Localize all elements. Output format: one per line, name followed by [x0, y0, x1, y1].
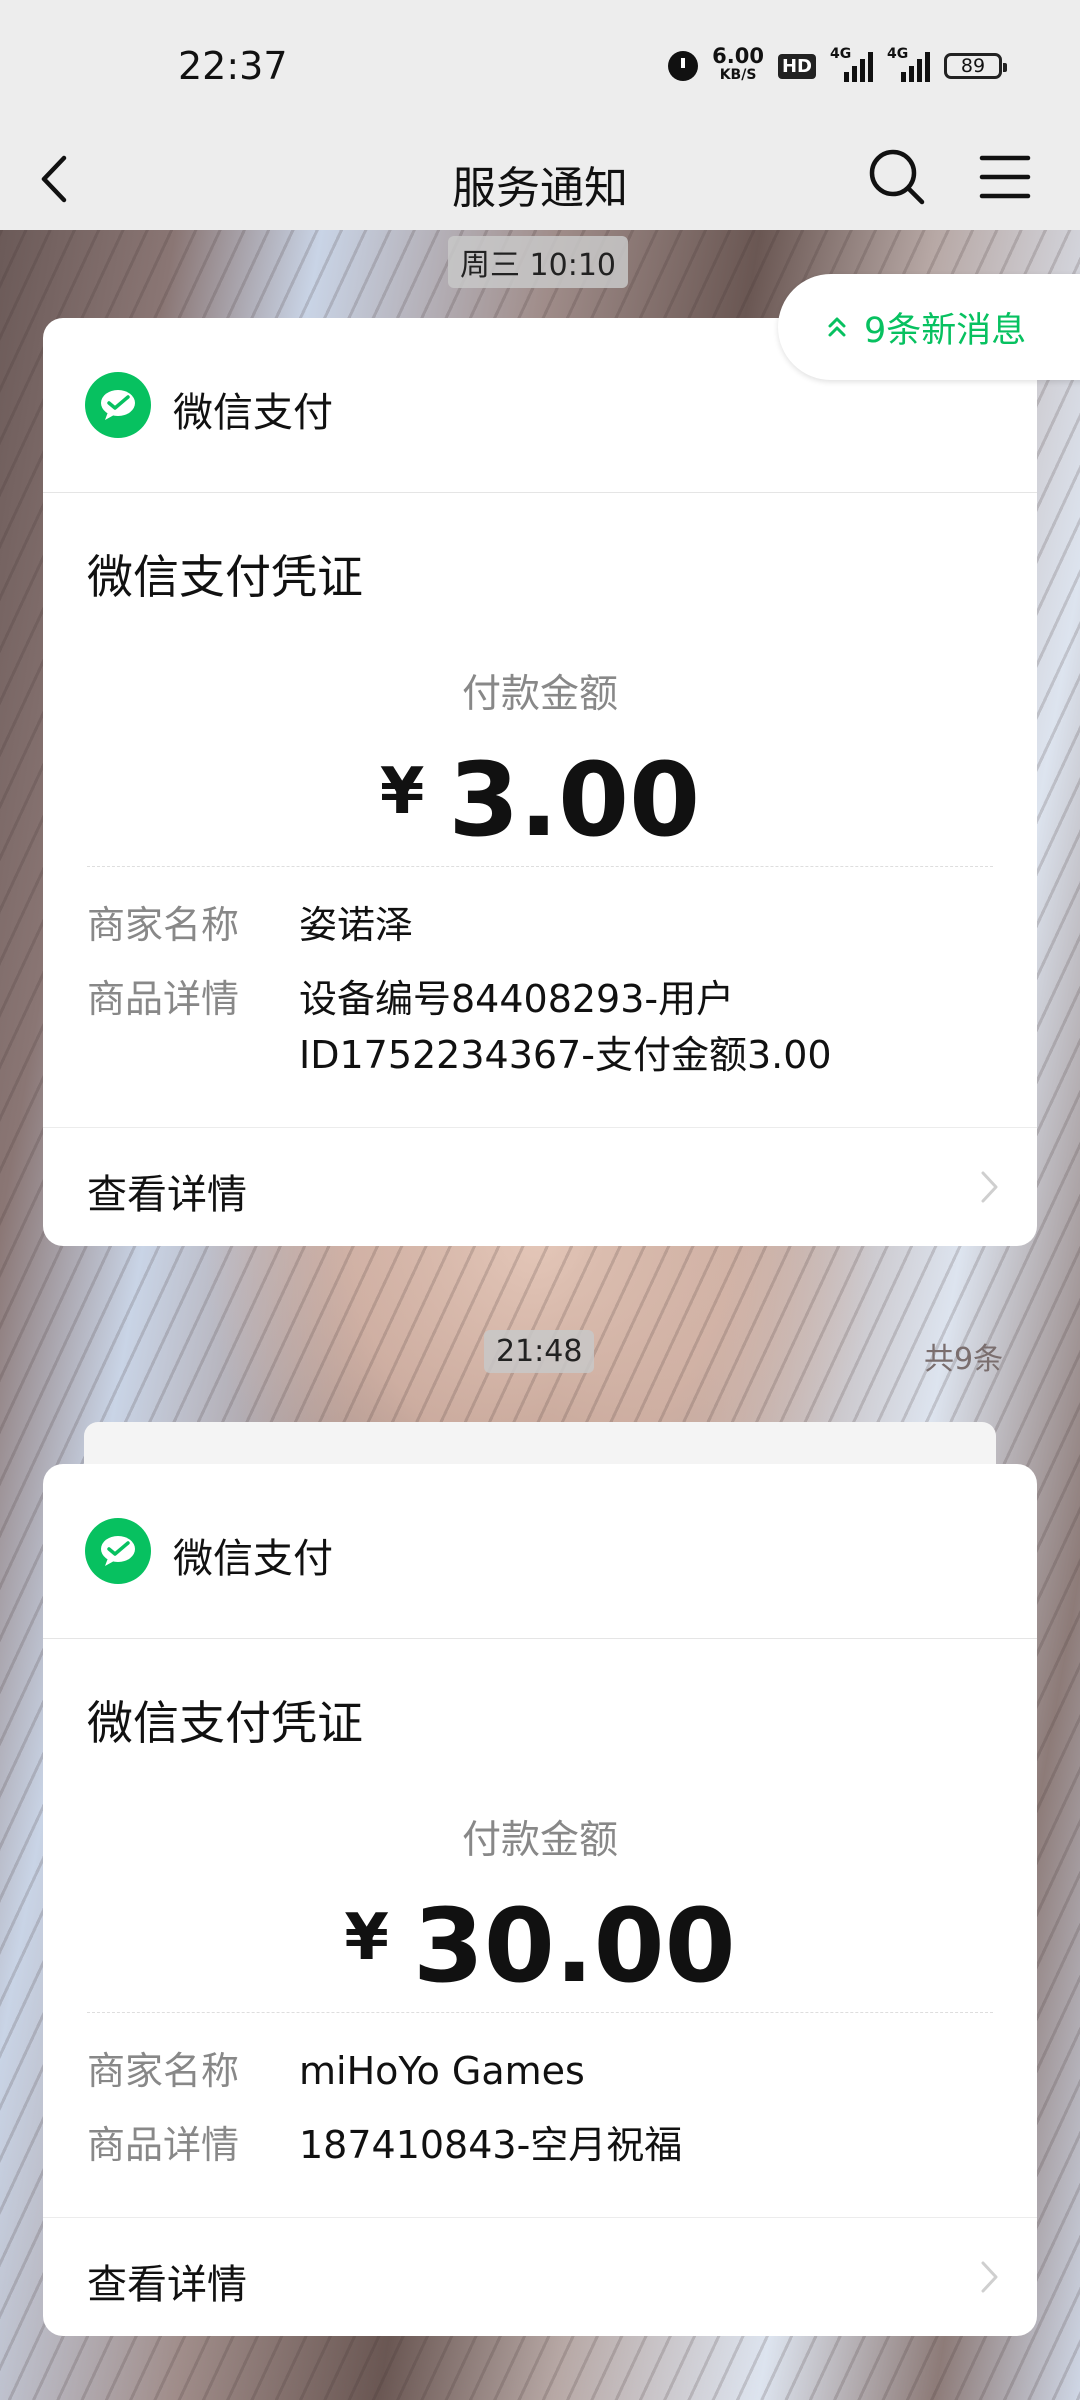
- message-timestamp: 周三 10:10: [448, 236, 628, 288]
- view-details-label: 查看详情: [87, 2262, 247, 2308]
- currency-symbol: ¥: [379, 755, 425, 829]
- detail-row: 商品详情 187410843-空月祝福: [87, 2117, 997, 2173]
- payment-amount: ¥3.00: [43, 737, 1037, 856]
- network-speed: 6.00 KB/S: [712, 44, 764, 85]
- detail-key: 商品详情: [87, 2123, 240, 2167]
- detail-value: 187410843-空月祝福: [299, 2123, 683, 2167]
- payment-amount: ¥30.00: [43, 1883, 1037, 2002]
- signal-label: 4G: [830, 46, 852, 62]
- view-details-link[interactable]: 查看详情: [43, 1127, 1037, 1246]
- amount-label: 付款金额: [461, 1818, 618, 1863]
- detail-value: 设备编号84408293-用户 ID1752234367-支付金额3.00: [299, 971, 832, 1083]
- menu-icon[interactable]: [970, 142, 1040, 212]
- brand-name: 微信支付: [173, 1536, 333, 1582]
- voucher-title: 微信支付凭证: [87, 1696, 363, 1750]
- new-messages-label: 9条新消息: [864, 310, 1027, 351]
- dashed-divider: [87, 866, 993, 867]
- merchant-row: 商家名称 姿诺泽: [87, 897, 997, 953]
- card-header: 微信支付: [43, 1464, 1037, 1639]
- status-bar: 22:37 6.00 KB/S HD 4G 4G 89: [0, 0, 1080, 130]
- dashed-divider: [87, 2012, 993, 2013]
- status-icons: 6.00 KB/S HD 4G 4G 89: [668, 44, 1007, 88]
- merchant-value: miHoYo Games: [299, 2049, 585, 2093]
- signal-icon: 4G: [830, 46, 873, 82]
- amount-label: 付款金额: [461, 672, 618, 717]
- chevron-right-icon: [981, 1171, 998, 1203]
- signal-label: 4G: [887, 46, 909, 62]
- payment-card[interactable]: 微信支付 微信支付凭证 付款金额 ¥30.00 商家名称 miHoYo Game…: [43, 1464, 1037, 2336]
- detail-value-line1: 设备编号84408293-用户: [299, 977, 735, 1021]
- double-chevron-up-icon: [828, 317, 846, 337]
- voucher-title: 微信支付凭证: [87, 550, 363, 604]
- clock: 22:37: [178, 44, 288, 88]
- message-timestamp: 21:48: [484, 1330, 595, 1373]
- search-icon[interactable]: [862, 142, 932, 212]
- wechat-pay-logo-icon: [85, 372, 151, 438]
- chevron-right-icon: [981, 2261, 998, 2293]
- amount-value: 3.00: [448, 741, 701, 860]
- merchant-key: 商家名称: [87, 903, 240, 947]
- detail-key: 商品详情: [87, 977, 240, 1021]
- new-messages-button[interactable]: 9条新消息: [778, 274, 1080, 380]
- merchant-key: 商家名称: [87, 2049, 240, 2093]
- hd-icon: HD: [777, 53, 816, 79]
- total-count: 共9条: [924, 1342, 1004, 1377]
- signal-icon: 4G: [887, 46, 930, 82]
- battery-icon: 89: [944, 53, 1007, 79]
- net-speed-value: 6.00: [712, 44, 764, 68]
- view-details-label: 查看详情: [87, 1172, 247, 1218]
- detail-value-line2: ID1752234367-支付金额3.00: [299, 1033, 832, 1077]
- brand-name: 微信支付: [173, 390, 333, 436]
- nav-bar: 服务通知: [0, 130, 1080, 230]
- currency-symbol: ¥: [344, 1901, 389, 1975]
- merchant-row: 商家名称 miHoYo Games: [87, 2043, 997, 2099]
- detail-row: 商品详情 设备编号84408293-用户 ID1752234367-支付金额3.…: [87, 971, 997, 1083]
- merchant-value: 姿诺泽: [299, 903, 414, 947]
- view-details-link[interactable]: 查看详情: [43, 2217, 1037, 2336]
- wechat-pay-logo-icon: [85, 1518, 151, 1584]
- payment-card[interactable]: 微信支付 微信支付凭证 付款金额 ¥3.00 商家名称 姿诺泽 商品详情 设备编…: [43, 318, 1037, 1246]
- net-speed-unit: KB/S: [719, 67, 757, 83]
- alarm-icon: [668, 51, 699, 81]
- amount-value: 30.00: [412, 1887, 736, 2006]
